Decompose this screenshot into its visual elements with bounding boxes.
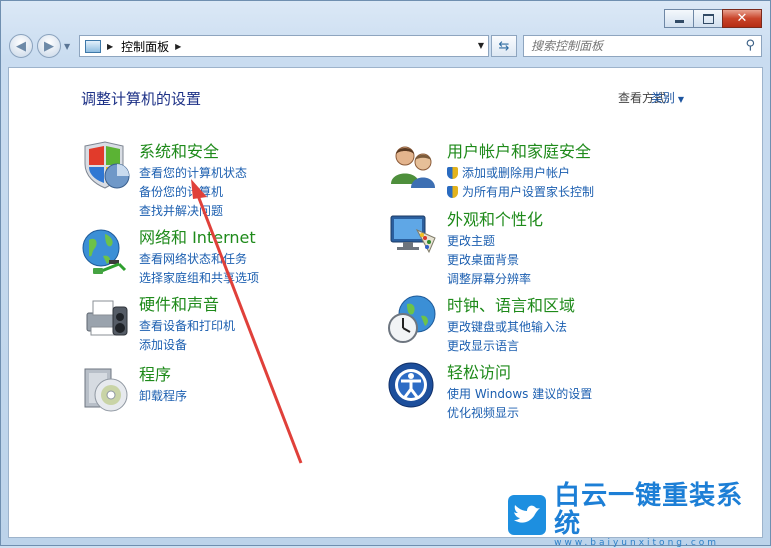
control-panel-window: ✕ ◀ ▶ ▼ ▶ 控制面板 ▶ ▼ ⇆ ⚲ 调整计算机的设置 查看方式: 类别… [0, 0, 771, 548]
watermark-text: 白云一键重装系统 www.baiyunxitong.com [554, 482, 760, 548]
bird-logo-icon [508, 495, 547, 535]
annotation-arrow [191, 179, 303, 464]
watermark: 白云一键重装系统 www.baiyunxitong.com [508, 482, 760, 548]
watermark-url: www.baiyunxitong.com [554, 538, 720, 548]
watermark-brand: 白云一键重装系统 [554, 481, 744, 539]
